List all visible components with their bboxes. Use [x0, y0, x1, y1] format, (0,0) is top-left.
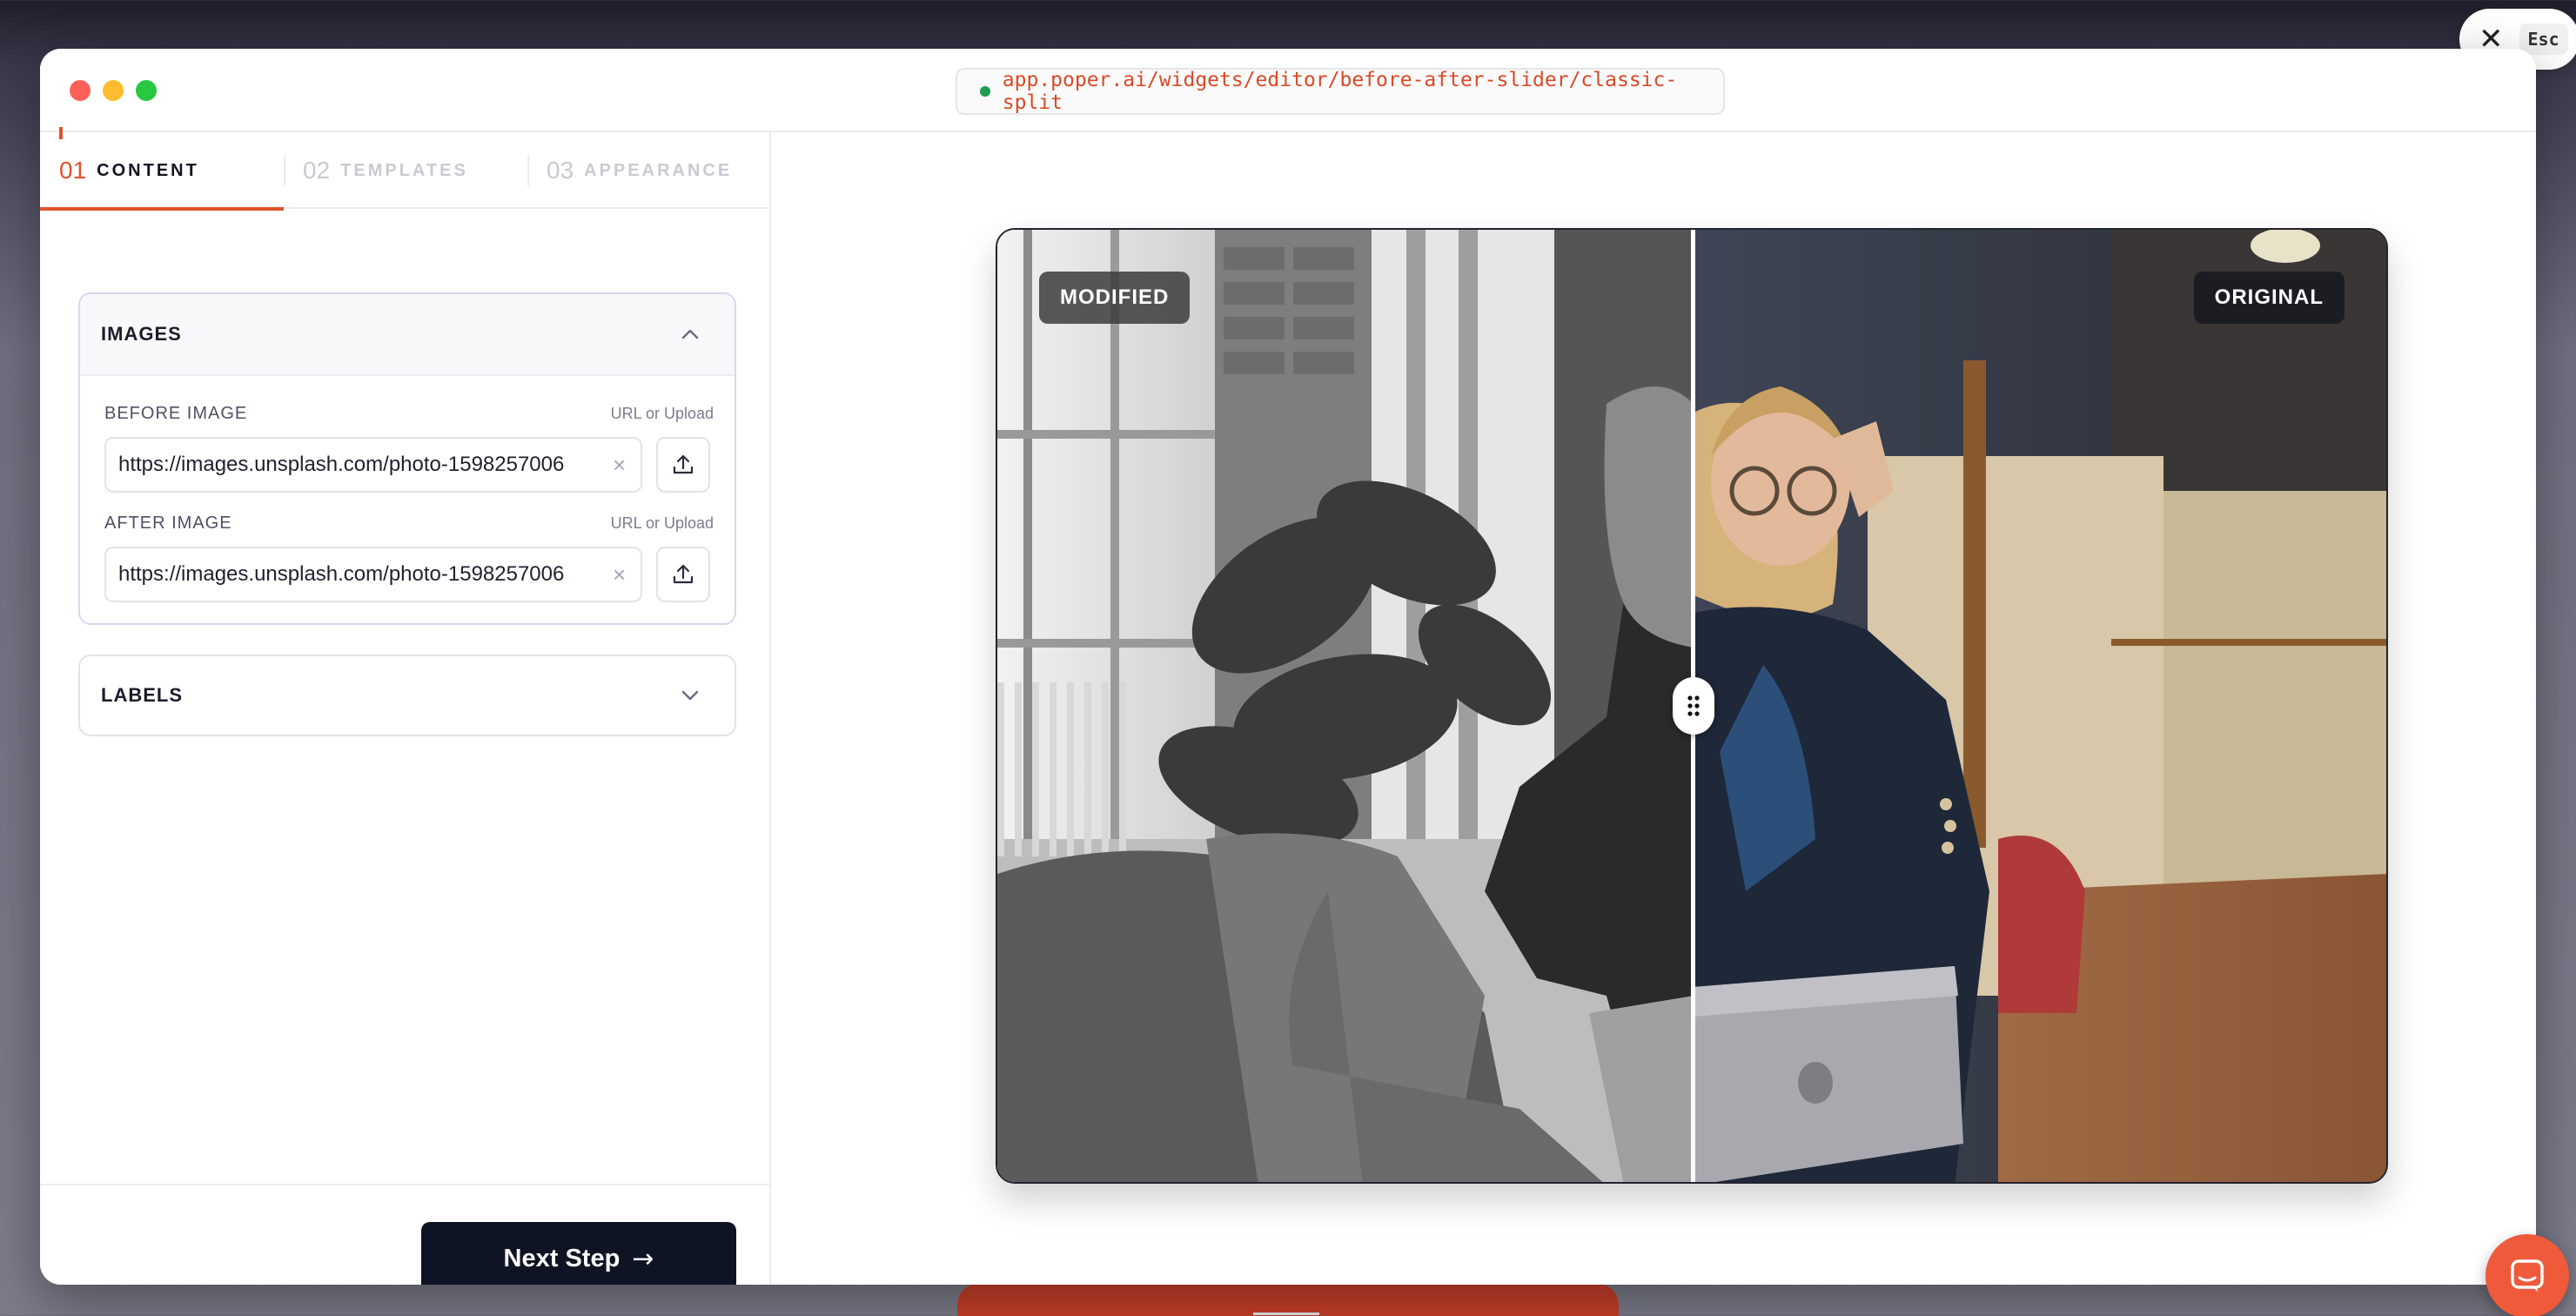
before-image-field: BEFORE IMAGE URL or Upload https://image… — [104, 400, 714, 493]
after-image-url-input[interactable]: https://images.unsplash.com/photo-159825… — [104, 547, 642, 602]
modified-half — [997, 230, 1694, 1182]
tab-label: APPEARANCE — [584, 160, 733, 180]
secure-status-dot — [980, 86, 990, 97]
footer-divider — [40, 1184, 771, 1185]
before-image-url-input[interactable]: https://images.unsplash.com/photo-159825… — [104, 437, 642, 493]
tab-number: 02 — [303, 157, 331, 184]
tab-number: 01 — [59, 157, 87, 184]
images-section: IMAGES BEFORE IMAGE URL or Upload https:… — [78, 292, 736, 625]
active-tab-marker — [59, 127, 63, 139]
arrow-right-icon: → — [632, 1243, 654, 1274]
slider-handle[interactable] — [1673, 677, 1714, 735]
maximize-window-dot[interactable] — [136, 80, 157, 101]
window-titlebar: app.poper.ai/widgets/editor/before-after… — [40, 49, 2536, 132]
preview-canvas: MODIFIED ORIGINAL — [773, 132, 2536, 1285]
field-hint: URL or Upload — [610, 404, 714, 422]
original-half — [1694, 230, 2386, 1182]
tab-content[interactable]: 01 CONTENT — [40, 127, 284, 211]
chevron-up-icon — [681, 329, 699, 339]
next-step-button[interactable]: Next Step → — [421, 1222, 736, 1285]
button-label: Next Step — [503, 1244, 621, 1272]
drag-handle-icon — [1687, 695, 1700, 716]
close-window-dot[interactable] — [70, 80, 91, 101]
tab-appearance[interactable]: 03 APPEARANCE — [527, 132, 771, 209]
field-hint: URL or Upload — [610, 514, 714, 532]
after-image-upload-button[interactable] — [656, 547, 710, 602]
labels-section-header[interactable]: LABELS — [80, 656, 735, 735]
minimize-window-dot[interactable] — [103, 80, 124, 101]
step-tabs: 01 CONTENT 02 TEMPLATES 03 APPEARANCE — [40, 127, 771, 211]
window-controls — [70, 80, 157, 101]
editor-window: app.poper.ai/widgets/editor/before-after… — [40, 49, 2536, 1285]
field-label: AFTER IMAGE — [104, 513, 232, 533]
background-page-line — [1253, 1313, 1319, 1315]
background-page-element — [957, 1284, 1619, 1316]
address-bar[interactable]: app.poper.ai/widgets/editor/before-after… — [956, 68, 1725, 115]
input-value: https://images.unsplash.com/photo-159825… — [118, 453, 565, 476]
editor-sidebar: 01 CONTENT 02 TEMPLATES 03 APPEARANCE IM… — [40, 127, 771, 1285]
address-url: app.poper.ai/widgets/editor/before-after… — [1002, 69, 1678, 114]
clear-icon[interactable]: × — [613, 563, 626, 586]
section-title: LABELS — [101, 684, 183, 706]
tab-label: CONTENT — [97, 160, 199, 180]
tab-label: TEMPLATES — [340, 160, 468, 180]
field-label: BEFORE IMAGE — [104, 403, 248, 423]
clear-icon[interactable]: × — [613, 453, 626, 476]
tab-templates[interactable]: 02 TEMPLATES — [284, 132, 527, 209]
images-section-header[interactable]: IMAGES — [80, 294, 735, 376]
before-image-upload-button[interactable] — [656, 437, 710, 493]
modified-label: MODIFIED — [1039, 272, 1191, 324]
upload-icon — [673, 564, 694, 584]
original-label: ORIGINAL — [2193, 272, 2345, 324]
support-chat-button[interactable] — [2485, 1234, 2569, 1316]
section-title: IMAGES — [101, 323, 182, 345]
input-value: https://images.unsplash.com/photo-159825… — [118, 562, 565, 586]
chevron-down-icon — [681, 690, 699, 701]
tab-divider — [527, 155, 529, 186]
upload-icon — [673, 454, 694, 474]
after-image-field: AFTER IMAGE URL or Upload https://images… — [104, 510, 714, 602]
chat-icon — [2511, 1259, 2544, 1292]
tab-divider — [284, 155, 285, 186]
tab-number: 03 — [547, 157, 574, 184]
labels-section: LABELS — [78, 655, 736, 736]
before-after-slider[interactable]: MODIFIED ORIGINAL — [996, 228, 2388, 1184]
